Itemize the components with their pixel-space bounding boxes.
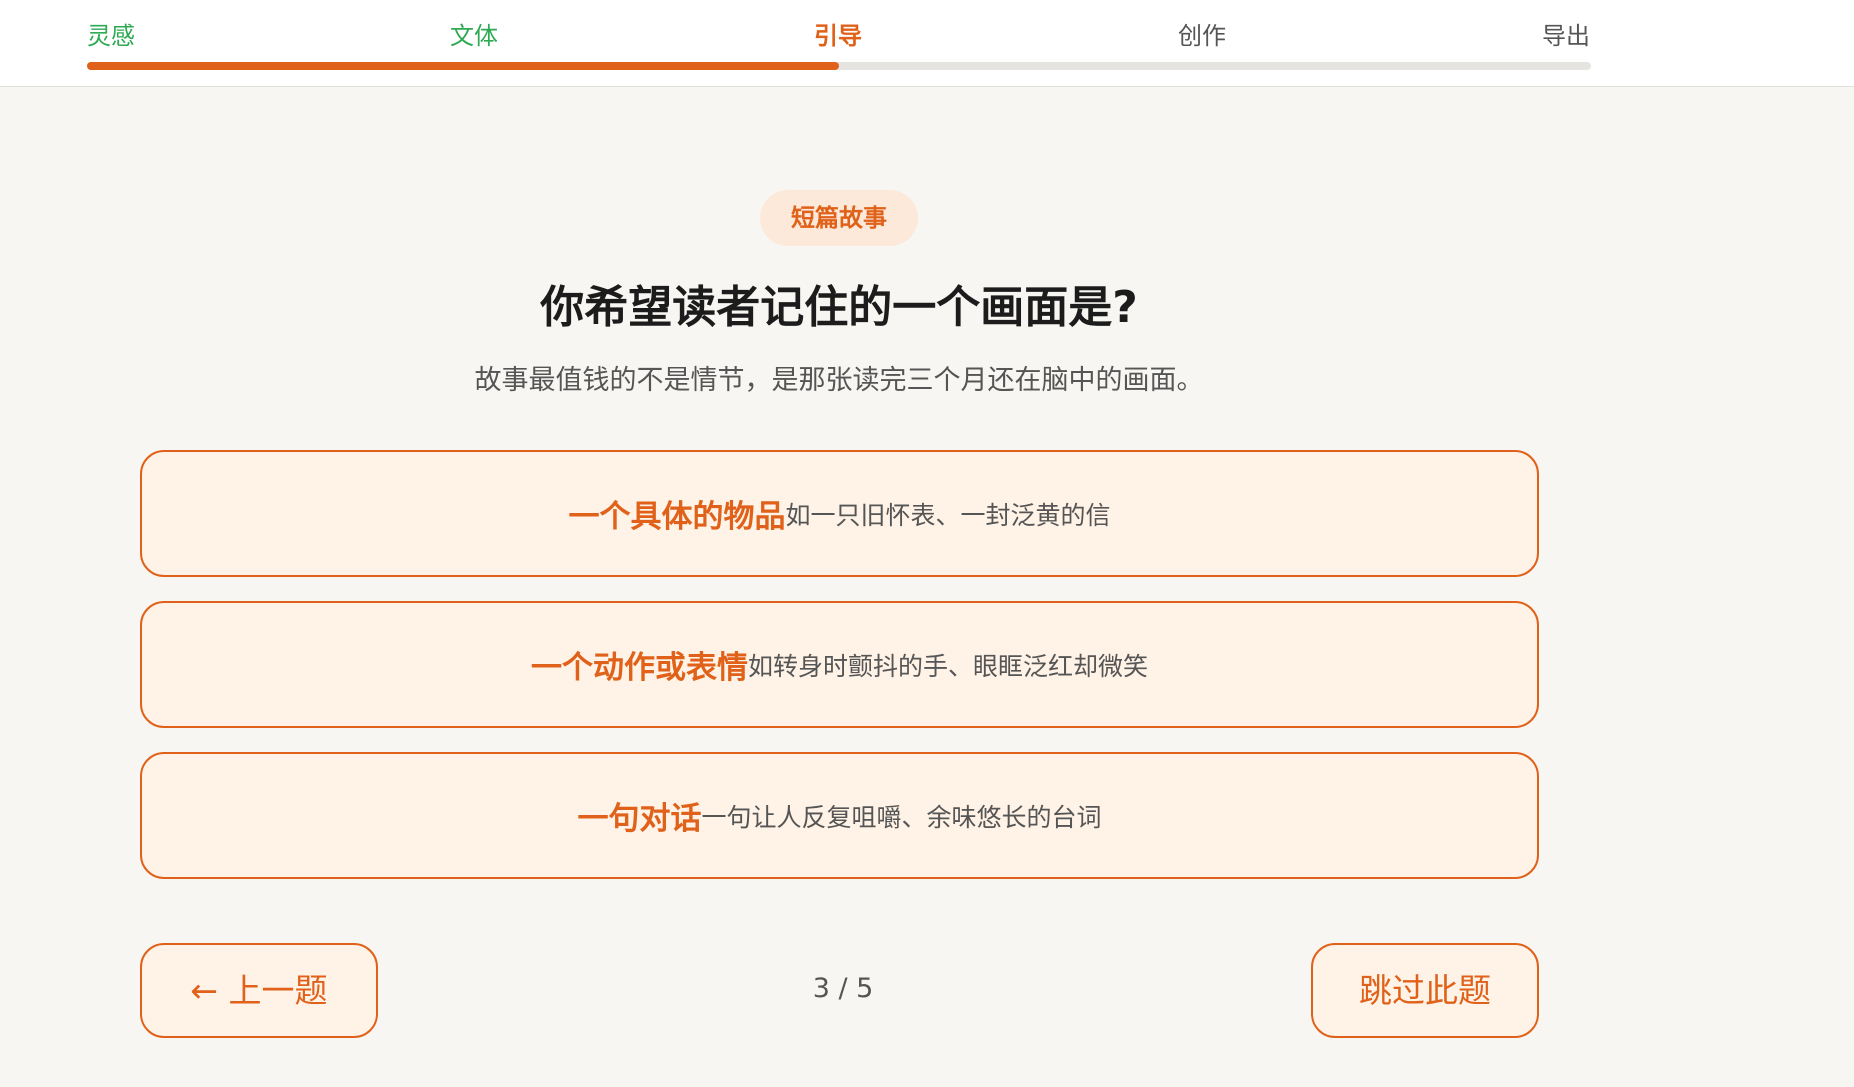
question-hint: 故事最值钱的不是情节，是那张读完三个月还在脑中的画面。	[474, 365, 1204, 396]
top-bar: 灵感 文体 引导 创作 导出	[0, 0, 1854, 87]
option-card-dialogue[interactable]: 一句对话 一句让人反复咀嚼、余味悠长的台词	[140, 752, 1539, 879]
option-description: 如一只旧怀表、一封泛黄的信	[785, 500, 1111, 530]
option-card-object[interactable]: 一个具体的物品 如一只旧怀表、一封泛黄的信	[140, 450, 1539, 577]
option-title: 一句对话	[577, 801, 702, 837]
question-title: 你希望读者记住的一个画面是?	[540, 282, 1138, 333]
step-export[interactable]: 导出	[1542, 18, 1590, 54]
step-genre[interactable]: 文体	[450, 18, 498, 54]
step-inspiration[interactable]: 灵感	[87, 18, 135, 54]
previous-question-button[interactable]: ← 上一题	[140, 943, 378, 1038]
step-nav: 灵感 文体 引导 创作 导出	[87, 18, 1591, 54]
option-title: 一个具体的物品	[568, 499, 786, 535]
skip-question-button[interactable]: 跳过此题	[1311, 943, 1539, 1038]
option-card-action[interactable]: 一个动作或表情 如转身时颤抖的手、眼眶泛红却微笑	[140, 601, 1539, 728]
progress-bar	[87, 62, 1591, 70]
genre-tag: 短篇故事	[760, 190, 918, 246]
option-description: 一句让人反复咀嚼、余味悠长的台词	[701, 802, 1102, 832]
page-indicator: 3 / 5	[812, 973, 874, 1004]
option-description: 如转身时颤抖的手、眼眶泛红却微笑	[747, 651, 1148, 681]
step-create[interactable]: 创作	[1178, 18, 1226, 54]
step-guide[interactable]: 引导	[814, 18, 862, 54]
option-title: 一个动作或表情	[530, 650, 748, 686]
progress-bar-fill	[87, 62, 839, 70]
